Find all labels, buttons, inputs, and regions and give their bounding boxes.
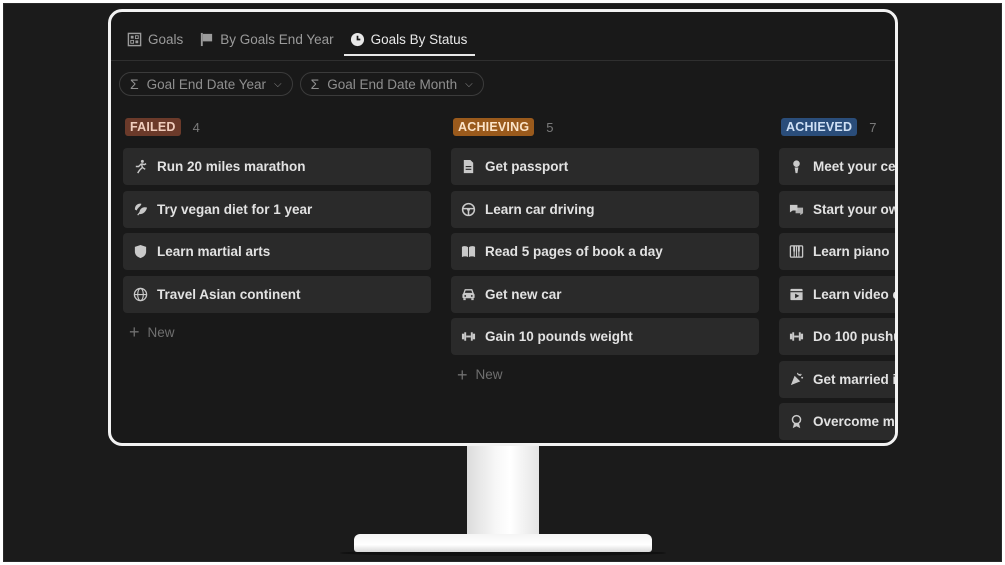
card-title: Get new car bbox=[485, 286, 562, 302]
tab-label: Goals By Status bbox=[370, 32, 468, 47]
tab-label: Goals bbox=[148, 32, 184, 47]
steering-wheel-icon bbox=[461, 202, 476, 216]
card-title: Learn piano bbox=[813, 244, 890, 259]
document-icon bbox=[463, 159, 474, 174]
card[interactable]: Learn martial arts bbox=[123, 233, 431, 270]
piano-icon bbox=[789, 245, 804, 258]
card[interactable]: Start your own bbox=[779, 190, 895, 228]
monitor-screen: Goals By Goals End Year Goals By Status … bbox=[108, 9, 898, 446]
plus-icon: + bbox=[129, 322, 140, 342]
new-card-button[interactable]: + New bbox=[451, 361, 759, 389]
filter-label: Goal End Date Month bbox=[327, 76, 458, 92]
plus-icon: + bbox=[457, 364, 468, 385]
filter-label: Goal End Date Year bbox=[146, 76, 266, 92]
column-header: FAILED 4 bbox=[125, 116, 431, 138]
person-icon bbox=[793, 160, 800, 174]
book-icon bbox=[461, 246, 476, 258]
card-title: Read 5 pages of book a day bbox=[485, 244, 663, 259]
status-badge: FAILED bbox=[125, 118, 181, 136]
card[interactable]: Gain 10 pounds weight bbox=[451, 318, 759, 355]
tabs-divider bbox=[111, 60, 895, 61]
card[interactable]: Get new car bbox=[451, 275, 759, 313]
card[interactable]: Get passport bbox=[451, 148, 759, 185]
column-header: ACHIEVING 5 bbox=[453, 116, 759, 138]
film-icon bbox=[790, 288, 803, 300]
ribbon-icon bbox=[791, 414, 802, 429]
column-count: 7 bbox=[869, 119, 877, 135]
column-header: ACHIEVED 7 bbox=[781, 116, 895, 138]
card[interactable]: Do 100 pushup bbox=[779, 318, 895, 355]
globe-icon bbox=[133, 287, 148, 301]
card[interactable]: Travel Asian continent bbox=[123, 275, 431, 313]
status-badge: ACHIEVING bbox=[453, 118, 535, 136]
view-tabs: Goals By Goals End Year Goals By Status bbox=[121, 26, 477, 60]
sigma-icon: Σ bbox=[310, 76, 320, 92]
dumbbell-icon bbox=[789, 332, 804, 341]
card-title: Learn video ed bbox=[813, 286, 895, 302]
car-icon bbox=[462, 288, 475, 300]
tab-label: By Goals End Year bbox=[220, 32, 334, 47]
filter-bar: Σ Goal End Date Year ⌵ Σ Goal End Date M… bbox=[119, 72, 484, 96]
monitor-stand-neck bbox=[467, 442, 539, 540]
card-title: Learn car driving bbox=[485, 201, 595, 217]
card-title: Learn martial arts bbox=[157, 244, 271, 259]
running-icon bbox=[135, 159, 147, 174]
card-title: Start your own bbox=[813, 201, 895, 217]
new-label: New bbox=[475, 367, 503, 382]
card-title: Try vegan diet for 1 year bbox=[157, 201, 313, 217]
new-card-button[interactable]: + New bbox=[123, 318, 431, 346]
new-label: New bbox=[147, 324, 175, 340]
card[interactable]: Get married in bbox=[779, 360, 898, 398]
chevron-down-icon: ⌵ bbox=[465, 78, 473, 90]
sigma-icon: Σ bbox=[130, 76, 139, 92]
card-title: Gain 10 pounds weight bbox=[485, 329, 633, 344]
tab-goals-by-status[interactable]: Goals By Status bbox=[343, 26, 476, 56]
column-failed: FAILED 4 Run 20 miles marathon Try vegan… bbox=[123, 116, 431, 443]
card-title: Travel Asian continent bbox=[157, 286, 301, 302]
column-achieved: ACHIEVED 7 Meet your cele Start your own… bbox=[779, 116, 898, 443]
tab-by-goals-end-year[interactable]: By Goals End Year bbox=[193, 26, 341, 55]
clock-icon bbox=[350, 32, 364, 47]
chat-icon bbox=[789, 204, 804, 215]
card[interactable]: Learn car driving bbox=[451, 190, 759, 228]
card[interactable]: Read 5 pages of book a day bbox=[451, 233, 759, 270]
card-title: Get passport bbox=[485, 159, 569, 174]
confetti-icon bbox=[790, 372, 804, 385]
card[interactable]: Meet your cele bbox=[779, 148, 898, 185]
card[interactable]: Overcome me bbox=[779, 403, 898, 440]
status-badge: ACHIEVED bbox=[781, 118, 858, 136]
column-count: 5 bbox=[546, 119, 554, 135]
card-title: Overcome me bbox=[813, 414, 898, 429]
flag-icon bbox=[201, 32, 213, 47]
card[interactable]: Learn piano bbox=[779, 233, 895, 270]
kanban-board: FAILED 4 Run 20 miles marathon Try vegan… bbox=[123, 116, 898, 443]
card[interactable]: Learn video ed bbox=[779, 275, 895, 313]
tab-goals[interactable]: Goals bbox=[121, 26, 191, 55]
card-title: Get married in bbox=[813, 371, 898, 387]
card[interactable]: Run 20 miles marathon bbox=[123, 148, 431, 185]
card-title: Run 20 miles marathon bbox=[157, 159, 306, 174]
leaf-icon bbox=[134, 203, 148, 215]
filter-goal-end-date-month[interactable]: Σ Goal End Date Month ⌵ bbox=[299, 72, 484, 96]
card-title: Do 100 pushup bbox=[813, 329, 895, 344]
column-count: 4 bbox=[192, 119, 200, 135]
shield-icon bbox=[134, 244, 147, 259]
card[interactable]: Try vegan diet for 1 year bbox=[123, 190, 431, 228]
card-title: Meet your cele bbox=[813, 159, 898, 174]
column-achieving: ACHIEVING 5 Get passport Learn car drivi… bbox=[451, 116, 759, 443]
filter-goal-end-date-year[interactable]: Σ Goal End Date Year ⌵ bbox=[119, 72, 293, 96]
dumbbell-icon bbox=[461, 332, 476, 341]
chevron-down-icon: ⌵ bbox=[274, 78, 282, 90]
board-icon bbox=[127, 32, 142, 47]
monitor-stand-base bbox=[354, 534, 652, 552]
